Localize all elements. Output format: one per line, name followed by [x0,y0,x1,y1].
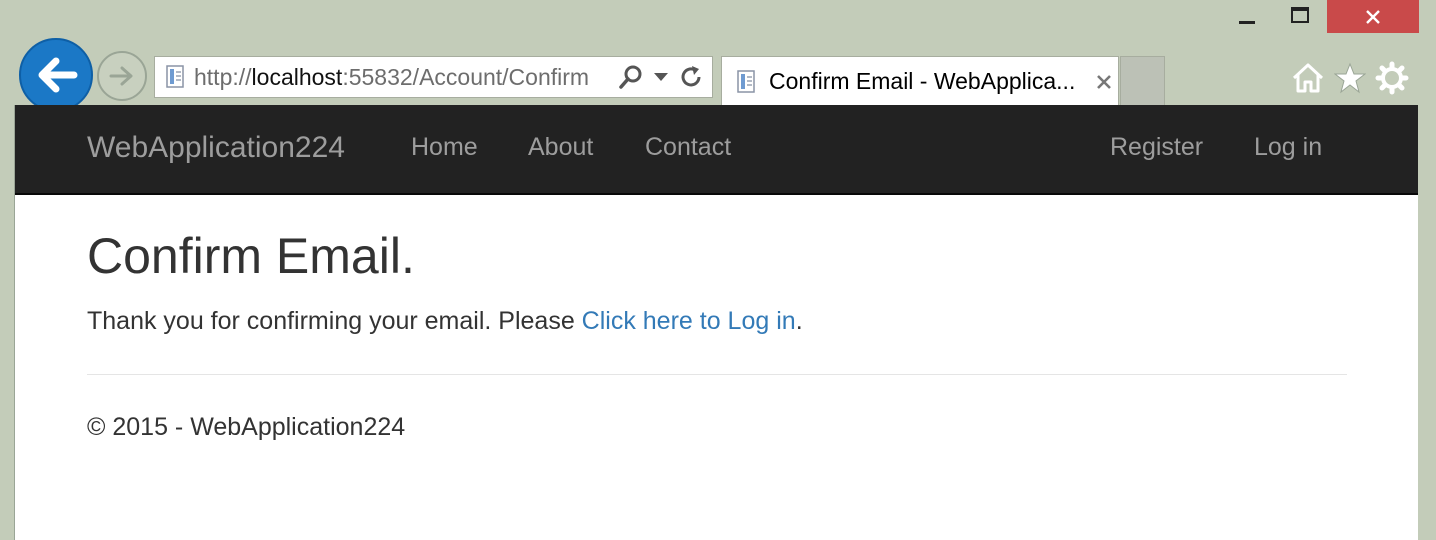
nav-login-link[interactable]: Log in [1254,133,1322,162]
maximize-button[interactable] [1278,0,1322,33]
divider [87,374,1347,375]
page-title: Confirm Email. [87,228,415,284]
close-icon [1366,9,1380,24]
navbar: WebApplication224 Home About Contact Reg… [15,105,1419,195]
close-window-button[interactable] [1327,0,1419,33]
message-text: Thank you for confirming your email. Ple… [87,307,582,335]
page-icon [737,69,755,93]
nav-home-link[interactable]: Home [411,133,478,162]
brand-link[interactable]: WebApplication224 [87,131,345,165]
new-tab-button[interactable] [1120,56,1165,106]
settings-gear-icon [1375,61,1409,95]
nav-contact-link[interactable]: Contact [645,133,731,162]
confirmation-message: Thank you for confirming your email. Ple… [87,307,803,336]
home-icon [1292,63,1324,93]
footer-text: © 2015 - WebApplication224 [87,413,406,441]
tab-title: Confirm Email - WebApplica... [769,68,1076,94]
maximize-icon [1291,6,1309,23]
dropdown-icon [654,73,668,81]
window-frame-edge [1418,105,1436,540]
minimize-button[interactable] [1225,0,1269,33]
back-arrow-icon [38,57,78,93]
back-button[interactable] [19,38,93,112]
tab-close-button[interactable] [1093,71,1115,93]
message-suffix: . [795,307,803,335]
nav-register-link[interactable]: Register [1110,133,1203,162]
search-button[interactable] [614,64,648,90]
minimize-icon [1239,21,1255,24]
nav-about-link[interactable]: About [528,133,593,162]
forward-button[interactable] [97,51,147,101]
favorites-button[interactable] [1332,60,1368,96]
forward-arrow-icon [109,66,133,86]
page-icon [166,65,184,88]
settings-button[interactable] [1374,60,1410,96]
page-viewport: WebApplication224 Home About Contact Reg… [14,105,1419,540]
login-link[interactable]: Click here to Log in [582,307,796,335]
tab-confirm-email[interactable]: Confirm Email - WebApplica... [721,56,1119,106]
address-bar[interactable]: http://localhost:55832/Account/Confirm [154,56,713,98]
url-text[interactable]: http://localhost:55832/Account/Confirm [194,64,614,91]
home-button[interactable] [1290,60,1326,96]
refresh-button[interactable] [674,64,708,90]
search-icon [619,65,642,89]
address-dropdown-button[interactable] [648,72,674,82]
tab-close-icon [1097,74,1111,89]
refresh-icon [681,66,701,87]
favorites-star-icon [1334,62,1366,94]
